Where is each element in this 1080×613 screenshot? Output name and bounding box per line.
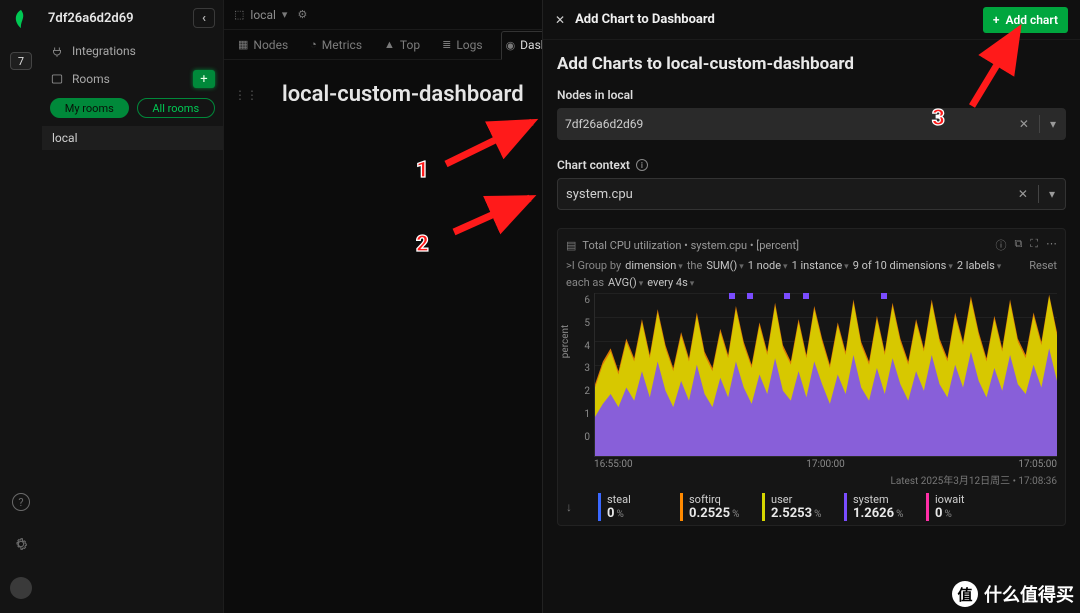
avatar[interactable] bbox=[10, 577, 32, 599]
clear-context-icon[interactable]: ✕ bbox=[1016, 187, 1030, 201]
node-value: 7df26a6d2d69 bbox=[565, 117, 1017, 131]
panel-title: Add Chart to Dashboard bbox=[575, 12, 715, 27]
latest-timestamp: Latest 2025年3月12日周三 • 17:08:36 bbox=[566, 470, 1057, 489]
y-axis-label: percent bbox=[560, 325, 571, 359]
watermark-text: 什么值得买 bbox=[984, 581, 1074, 607]
logo-icon bbox=[10, 8, 32, 30]
top-icon: ▲ bbox=[384, 38, 395, 51]
add-room-button[interactable]: + bbox=[193, 70, 215, 88]
legend-item[interactable]: iowait0% bbox=[926, 493, 990, 521]
chevron-down-icon: ▾ bbox=[282, 8, 288, 21]
dashboard-icon: ◉ bbox=[506, 39, 516, 52]
chip-nodes[interactable]: 1 node bbox=[748, 259, 788, 272]
all-rooms-pill[interactable]: All rooms bbox=[137, 98, 216, 118]
legend-item[interactable]: system1.2626% bbox=[844, 493, 908, 521]
x-axis: 16:55:0017:00:0017:05:00 bbox=[566, 457, 1057, 470]
node-selector[interactable]: 7df26a6d2d69 ✕ ▾ bbox=[557, 108, 1066, 140]
reset-button[interactable]: Reset bbox=[1029, 259, 1057, 272]
room-item-local[interactable]: local bbox=[42, 126, 223, 150]
sidebar: 7df26a6d2d69 ‹ Integrations Rooms + My r… bbox=[42, 0, 224, 613]
legend-item[interactable]: softirq0.2525% bbox=[680, 493, 744, 521]
context-chevron-down-icon[interactable]: ▾ bbox=[1047, 187, 1057, 201]
clear-node-icon[interactable]: ✕ bbox=[1017, 117, 1031, 131]
plug-icon bbox=[50, 44, 64, 58]
legend: ↓ steal0% softirq0.2525% user2.5253% sys… bbox=[566, 489, 1057, 521]
room-icon: ⬚ bbox=[234, 8, 244, 21]
tab-nodes[interactable]: ▦Nodes bbox=[234, 30, 292, 59]
arrow-2 bbox=[448, 192, 538, 238]
watermark-icon: 值 bbox=[952, 581, 978, 607]
chip-dims[interactable]: 9 of 10 dimensions bbox=[853, 259, 953, 272]
room-toggle: My rooms All rooms bbox=[42, 94, 223, 126]
tab-top[interactable]: ▲Top bbox=[380, 30, 424, 59]
download-icon[interactable]: ↓ bbox=[566, 500, 580, 514]
sidebar-item-integrations[interactable]: Integrations bbox=[42, 38, 223, 64]
agg-sum[interactable]: SUM() bbox=[706, 259, 743, 272]
context-selector[interactable]: ✕ ▾ bbox=[557, 178, 1066, 210]
legend-item[interactable]: user2.5253% bbox=[762, 493, 826, 521]
chart-preview-card: ▤ Total CPU utilization • system.cpu • [… bbox=[557, 228, 1066, 526]
info-icon[interactable]: i bbox=[636, 159, 648, 171]
expand-card-icon[interactable]: ⛶ bbox=[1030, 237, 1038, 253]
drag-handle-icon[interactable]: ⋮⋮ bbox=[224, 88, 258, 102]
node-chevron-down-icon[interactable]: ▾ bbox=[1048, 117, 1058, 131]
groupby-dimension[interactable]: dimension bbox=[625, 259, 683, 272]
annotation-2: 2 bbox=[416, 232, 429, 257]
context-label-row: Chart context i bbox=[557, 158, 1066, 172]
context-input[interactable] bbox=[566, 187, 1016, 202]
metrics-icon: ◔ bbox=[310, 38, 317, 51]
menu-card-icon[interactable]: ⋯ bbox=[1046, 237, 1057, 253]
rooms-icon bbox=[50, 72, 64, 86]
left-rail: 7 ? bbox=[0, 0, 42, 613]
integrations-label: Integrations bbox=[72, 44, 136, 58]
my-rooms-pill[interactable]: My rooms bbox=[50, 98, 129, 118]
space-name-row: 7df26a6d2d69 ‹ bbox=[42, 6, 223, 38]
y-axis: 6543210 bbox=[566, 293, 594, 457]
tab-metrics[interactable]: ◔Metrics bbox=[306, 30, 366, 59]
context-label: Chart context bbox=[557, 158, 630, 172]
space-name: 7df26a6d2d69 bbox=[48, 11, 134, 26]
copy-card-icon[interactable]: ⧉ bbox=[1014, 237, 1022, 253]
room-selector[interactable]: ⬚ local ▾ bbox=[234, 8, 287, 22]
help-icon[interactable]: ? bbox=[12, 493, 30, 511]
room-settings-icon[interactable]: ⚙ bbox=[297, 8, 307, 21]
chip-every[interactable]: every 4s bbox=[647, 276, 694, 289]
sidebar-item-rooms[interactable]: Rooms + bbox=[42, 64, 223, 94]
chart-type-icon[interactable]: ▤ bbox=[566, 239, 576, 252]
tab-logs[interactable]: ≣Logs bbox=[438, 30, 486, 59]
collapse-sidebar-button[interactable]: ‹ bbox=[193, 8, 215, 28]
card-title: Total CPU utilization • system.cpu • [pe… bbox=[582, 239, 799, 252]
arrow-1 bbox=[440, 116, 540, 170]
watermark: 值 什么值得买 bbox=[952, 581, 1074, 607]
arrow-3 bbox=[966, 24, 1026, 112]
chip-instance[interactable]: 1 instance bbox=[792, 259, 849, 272]
info-card-icon[interactable]: ⓘ bbox=[995, 237, 1006, 253]
rooms-label: Rooms bbox=[72, 72, 110, 86]
close-icon[interactable]: ✕ bbox=[555, 13, 565, 27]
room-name: local bbox=[250, 8, 276, 22]
plot-area[interactable] bbox=[594, 293, 1057, 457]
settings-icon[interactable] bbox=[12, 535, 30, 553]
logs-icon: ≣ bbox=[442, 38, 451, 51]
annotation-1: 1 bbox=[416, 158, 429, 183]
nodes-icon: ▦ bbox=[238, 38, 248, 51]
main-area: ⬚ local ▾ ⚙ ▦Nodes ◔Metrics ▲Top ≣Logs ◉… bbox=[224, 0, 1080, 613]
legend-item[interactable]: steal0% bbox=[598, 493, 662, 521]
chart-plot[interactable]: percent 6543210 bbox=[566, 293, 1057, 457]
space-count-badge[interactable]: 7 bbox=[10, 52, 32, 70]
agg-avg[interactable]: AVG() bbox=[608, 276, 643, 289]
chip-labels[interactable]: 2 labels bbox=[957, 259, 1001, 272]
